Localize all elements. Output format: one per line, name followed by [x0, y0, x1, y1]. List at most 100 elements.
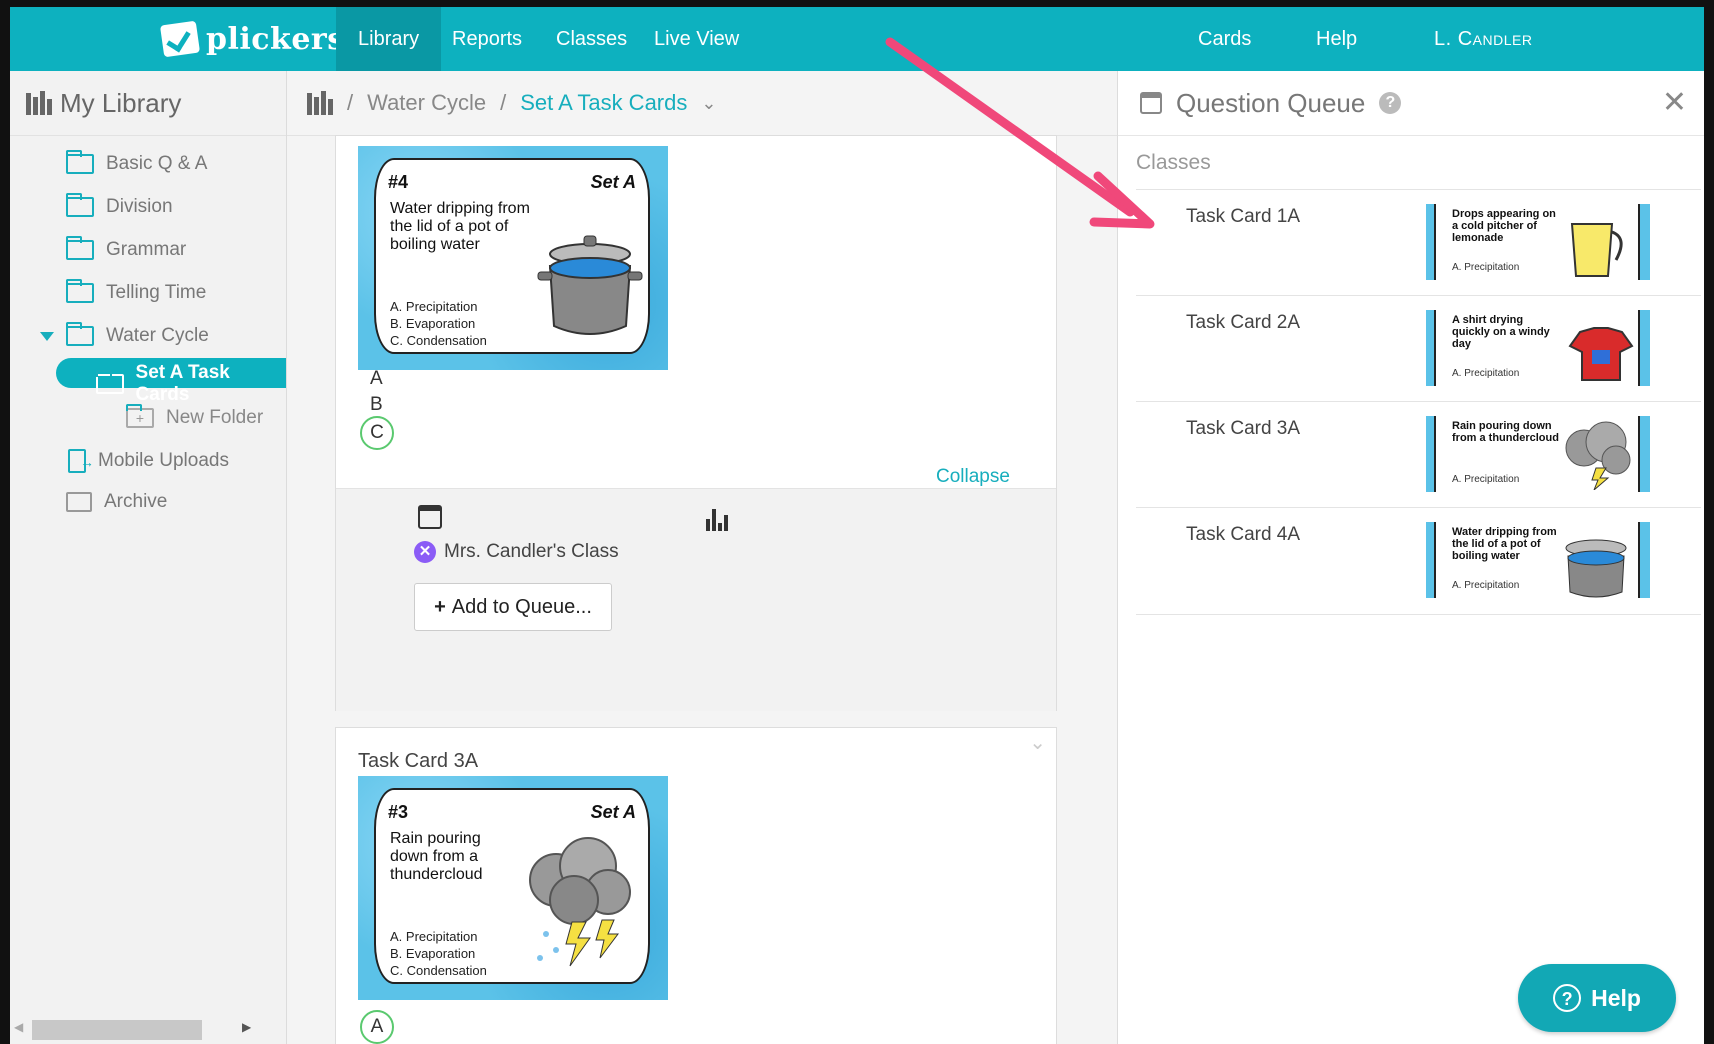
queue-item-thumbnail: Rain pouring down from a thundercloud A.…	[1426, 416, 1650, 492]
task-card-options: A. Precipitation B. Evaporation C. Conde…	[390, 298, 487, 349]
option-a: A. Precipitation	[390, 929, 478, 944]
mobile-upload-icon: →	[68, 449, 94, 473]
queue-item-thumbnail: Drops appearing on a cold pitcher of lem…	[1426, 204, 1650, 280]
queue-item-task-card-3a[interactable]: Task Card 3A Rain pouring down from a th…	[1136, 401, 1701, 508]
chevron-down-icon[interactable]: ⌄	[1029, 730, 1046, 755]
plickers-logo[interactable]: plickers	[159, 17, 345, 61]
help-question-icon[interactable]: ?	[1379, 92, 1402, 114]
collapse-link[interactable]: Collapse	[936, 466, 1010, 488]
floating-help-button[interactable]: ? Help	[1518, 964, 1676, 1032]
task-card-question: Rain pouring down from a thundercloud	[390, 830, 483, 883]
scroll-thumb[interactable]	[32, 1020, 202, 1040]
queue-header: Question Queue ? ✕	[1118, 71, 1704, 136]
scheduled-class: ✕ Mrs. Candler's Class	[414, 541, 619, 563]
sidebar-header: My Library	[10, 71, 286, 136]
option-c: C. Condensation	[390, 963, 487, 978]
calendar-icon[interactable]	[418, 505, 442, 529]
question-queue-panel: Question Queue ? ✕ Classes Task Card 1A …	[1117, 71, 1704, 1044]
thundercloud-icon	[1565, 421, 1631, 490]
sidebar-item-set-a-task-cards[interactable]: Set A Task Cards	[96, 362, 286, 406]
queue-item-task-card-1a[interactable]: Task Card 1A Drops appearing on a cold p…	[1136, 189, 1701, 296]
answer-a: A	[370, 368, 383, 389]
folder-icon	[66, 193, 94, 217]
app-frame: plickers Library Reports Classes Live Vi…	[10, 7, 1704, 1044]
thumbnail-option: A. Precipitation	[1452, 368, 1520, 379]
sidebar-item-water-cycle[interactable]: Water Cycle	[40, 322, 209, 347]
sidebar-item-label: Telling Time	[106, 282, 207, 303]
option-a: A. Precipitation	[390, 299, 478, 314]
new-folder-icon: +	[126, 404, 154, 428]
question-card-3a: ⌄ Task Card 3A #3 Set A Rain pouring dow…	[335, 727, 1057, 1044]
sidebar-scrollbar[interactable]: ◀ ▶	[10, 1014, 286, 1044]
sidebar-item-new-folder[interactable]: + New Folder	[126, 404, 264, 429]
archive-icon	[66, 492, 92, 512]
expand-triangle-icon[interactable]	[40, 331, 54, 341]
thumbnail-question: Water dripping from the lid of a pot of …	[1452, 526, 1557, 562]
queue-item-task-card-4a[interactable]: Task Card 4A Water dripping from the lid…	[1136, 507, 1701, 615]
thumbnail-face: A shirt drying quickly on a windy day A.…	[1434, 310, 1640, 386]
folder-open-icon	[96, 370, 124, 394]
answer-c-correct: C	[360, 416, 394, 450]
nav-reports[interactable]: Reports	[430, 7, 544, 71]
chart-bar-icon[interactable]	[706, 507, 728, 531]
card-actions-panel: ✕ Mrs. Candler's Class + Add to Queue...	[336, 488, 1056, 711]
thundercloud-icon	[529, 837, 631, 967]
thumbnail-face: Water dripping from the lid of a pot of …	[1434, 522, 1640, 598]
task-card-options: A. Precipitation B. Evaporation C. Conde…	[390, 928, 487, 979]
add-to-queue-label: Add to Queue...	[451, 595, 592, 618]
task-card-question: Water dripping from the lid of a pot of …	[390, 200, 530, 253]
task-card-image: #4 Set A Water dripping from the lid of …	[358, 146, 668, 370]
library-sidebar: My Library Basic Q & A Division Grammar …	[10, 71, 287, 1044]
thumbnail-question: Rain pouring down from a thundercloud	[1452, 420, 1559, 444]
option-b: B. Evaporation	[390, 316, 476, 331]
boiling-pot-icon	[537, 235, 643, 335]
nav-live-view[interactable]: Live View	[632, 7, 761, 71]
nav-user[interactable]: L. Candler	[1412, 7, 1554, 71]
chevron-down-icon[interactable]: ⌄	[701, 93, 716, 114]
queue-item-label: Task Card 2A	[1186, 312, 1301, 333]
add-to-queue-button[interactable]: + Add to Queue...	[414, 583, 612, 631]
library-icon	[26, 91, 52, 115]
sidebar-item-label: Water Cycle	[106, 325, 209, 346]
nav-help[interactable]: Help	[1294, 7, 1379, 71]
card-title: Task Card 3A	[358, 750, 479, 772]
breadcrumb-current[interactable]: Set A Task Cards	[520, 90, 687, 116]
thumbnail-option: A. Precipitation	[1452, 262, 1520, 273]
library-home-icon[interactable]	[307, 91, 333, 115]
folder-icon	[66, 279, 94, 303]
lemonade-pitcher-icon	[1570, 223, 1623, 277]
sidebar-item-division[interactable]: Division	[66, 193, 173, 218]
thumbnail-face: Rain pouring down from a thundercloud A.…	[1434, 416, 1640, 492]
queue-item-task-card-2a[interactable]: Task Card 2A A shirt drying quickly on a…	[1136, 295, 1701, 402]
task-card-number: #3	[388, 802, 409, 822]
sidebar-item-grammar[interactable]: Grammar	[66, 236, 186, 261]
class-name: Mrs. Candler's Class	[444, 541, 619, 562]
queue-item-thumbnail: A shirt drying quickly on a windy day A.…	[1426, 310, 1650, 386]
thumbnail-face: Drops appearing on a cold pitcher of lem…	[1434, 204, 1640, 280]
remove-class-icon[interactable]: ✕	[414, 541, 436, 563]
shirt-icon	[1568, 327, 1634, 381]
sidebar-item-telling-time[interactable]: Telling Time	[66, 279, 207, 304]
main-area: My Library Basic Q & A Division Grammar …	[10, 71, 1704, 1044]
nav-library[interactable]: Library	[336, 7, 442, 71]
queue-item-label: Task Card 3A	[1186, 418, 1301, 439]
task-card-set: Set A	[590, 172, 636, 192]
task-card-face: #3 Set A Rain pouring down from a thunde…	[374, 788, 650, 984]
nav-cards[interactable]: Cards	[1176, 7, 1273, 71]
close-icon[interactable]: ✕	[1662, 85, 1687, 120]
sidebar-item-label: New Folder	[166, 407, 264, 428]
sidebar-item-basic-qa[interactable]: Basic Q & A	[66, 150, 208, 175]
sidebar-item-mobile-uploads[interactable]: → Mobile Uploads	[68, 449, 229, 473]
breadcrumb-water-cycle[interactable]: Water Cycle	[367, 90, 486, 116]
sidebar-item-archive[interactable]: Archive	[66, 491, 167, 513]
scroll-left-icon[interactable]: ◀	[14, 1020, 23, 1034]
answer-b: B	[370, 394, 383, 415]
thumbnail-question: A shirt drying quickly on a windy day	[1452, 314, 1550, 350]
scroll-right-icon[interactable]: ▶	[242, 1020, 251, 1034]
thumbnail-question: Drops appearing on a cold pitcher of lem…	[1452, 208, 1556, 244]
plus-icon: +	[434, 595, 446, 618]
sidebar-item-label: Basic Q & A	[106, 153, 208, 174]
help-button-label: Help	[1591, 984, 1641, 1011]
task-card-set: Set A	[590, 802, 636, 822]
sidebar-item-label: Mobile Uploads	[98, 450, 229, 471]
